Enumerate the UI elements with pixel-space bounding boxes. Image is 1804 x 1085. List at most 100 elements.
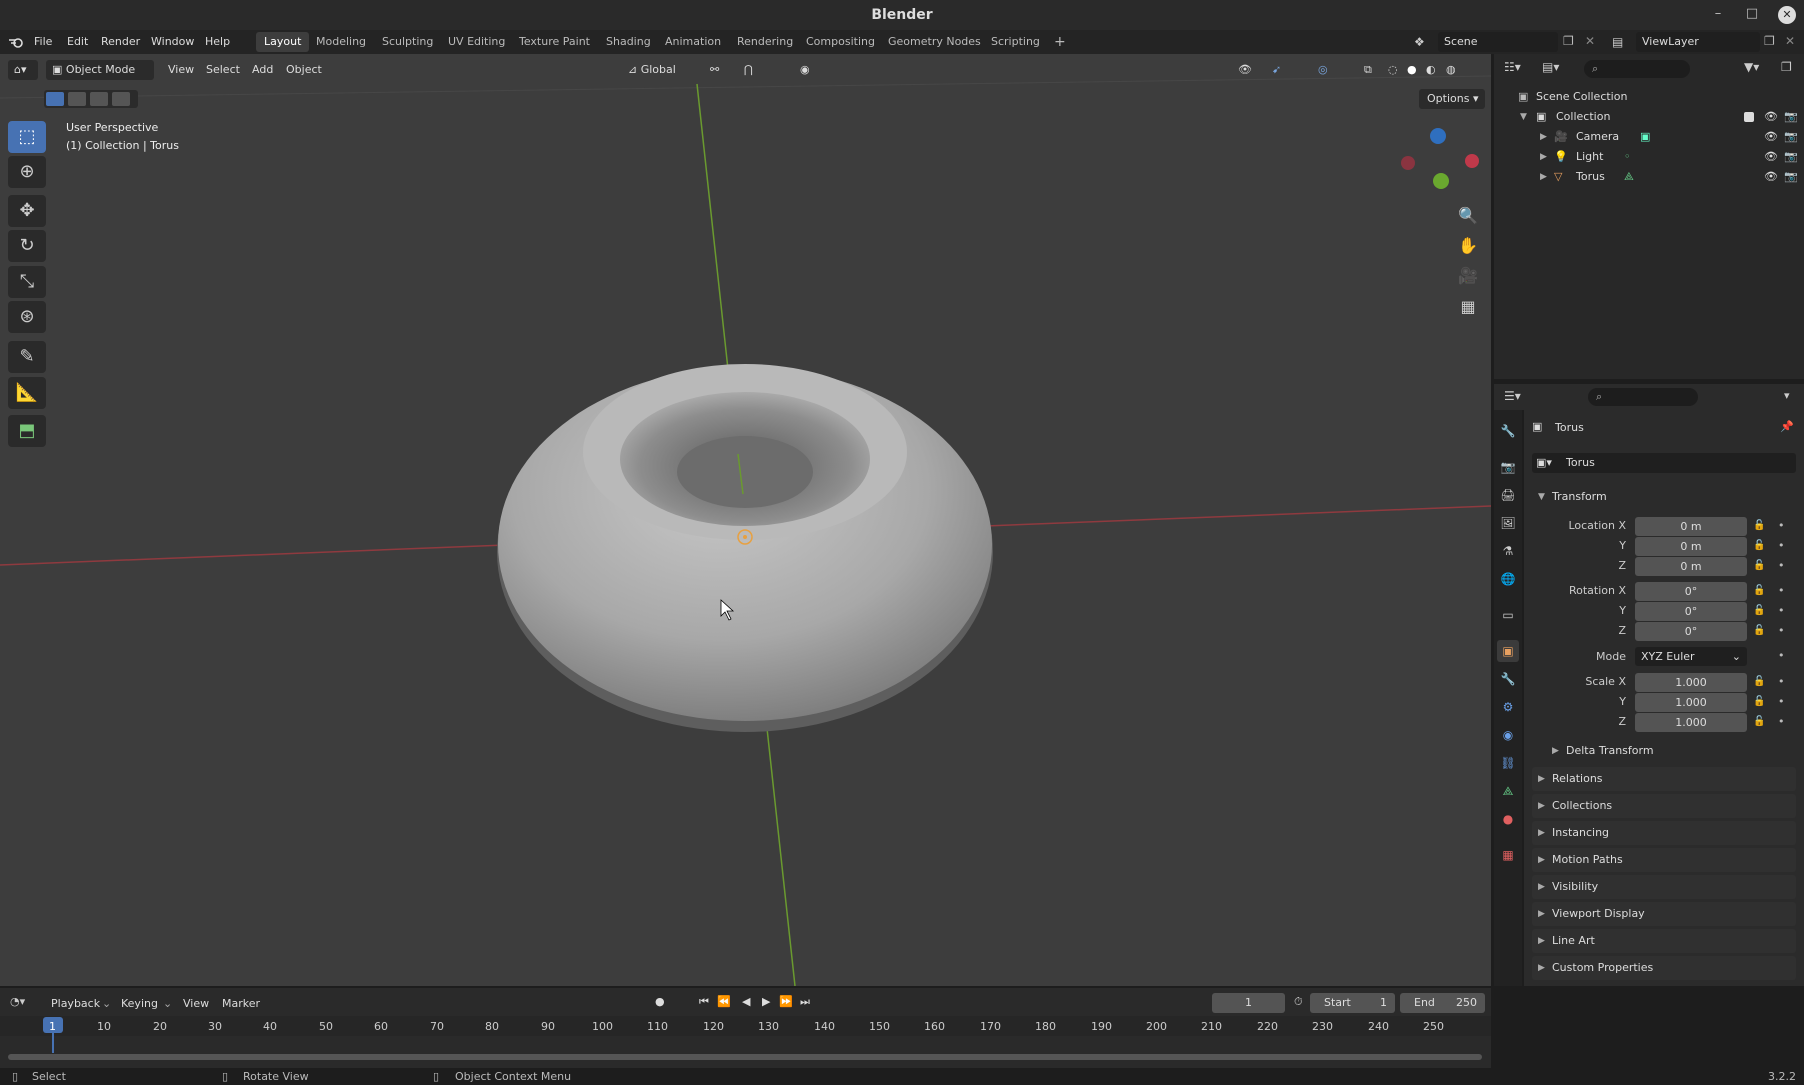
rotation-z-field[interactable]: 0°: [1635, 622, 1747, 641]
render-tab-icon[interactable]: 📷: [1497, 456, 1519, 478]
tab-modeling[interactable]: Modeling: [308, 32, 374, 52]
collection-eye-icon[interactable]: 👁: [1764, 107, 1778, 127]
light-render-icon[interactable]: 📷: [1784, 147, 1798, 167]
collection-row[interactable]: ▼ ▣ Collection 👁 📷: [1494, 107, 1804, 127]
properties-search-input[interactable]: ⌕: [1588, 388, 1698, 406]
gizmo-toggle-icon[interactable]: ➹: [1272, 60, 1281, 80]
minimize-icon[interactable]: –: [1710, 6, 1726, 22]
tab-sculpting[interactable]: Sculpting: [374, 32, 441, 52]
expand-collection-icon[interactable]: ▼: [1520, 107, 1527, 127]
torus-eye-icon[interactable]: 👁: [1764, 167, 1778, 187]
prev-keyframe-icon[interactable]: ⏪: [717, 995, 731, 1008]
add-workspace-icon[interactable]: +: [1046, 32, 1074, 52]
outliner-item-camera[interactable]: ▶ 🎥 Camera ▣ 👁 📷: [1494, 127, 1804, 147]
play-icon[interactable]: ▶: [762, 995, 770, 1008]
object-name-field[interactable]: ▣▾ Torus: [1532, 453, 1796, 473]
play-reverse-icon[interactable]: ◀: [742, 995, 750, 1008]
rotation-y-field[interactable]: 0°: [1635, 602, 1747, 621]
rotation-x-field[interactable]: 0°: [1635, 582, 1747, 601]
tab-scripting[interactable]: Scripting: [983, 32, 1048, 52]
pin-icon[interactable]: 📌: [1780, 420, 1794, 433]
select-box-tool[interactable]: ⬚: [8, 121, 46, 153]
close-icon[interactable]: ✕: [1778, 6, 1796, 24]
zoom-icon[interactable]: 🔍: [1454, 203, 1482, 229]
outliner-search-input[interactable]: ⌕: [1584, 60, 1690, 78]
add-cube-tool[interactable]: ⬒: [8, 415, 46, 447]
measure-tool[interactable]: 📐: [8, 377, 46, 409]
expand-torus-icon[interactable]: ▶: [1540, 167, 1547, 187]
relations-panel[interactable]: ▶ Relations: [1532, 767, 1796, 791]
keyframe-location-y-icon[interactable]: •: [1778, 539, 1785, 552]
annotate-tool[interactable]: ✎: [8, 341, 46, 373]
location-y-field[interactable]: 0 m: [1635, 537, 1747, 556]
menu-render[interactable]: Render: [101, 35, 140, 48]
outliner-editor-icon[interactable]: ☷▾: [1504, 60, 1521, 74]
options-button[interactable]: Options ▾: [1419, 89, 1485, 109]
properties-editor-icon[interactable]: ☰▾: [1504, 389, 1521, 403]
transform-panel-header[interactable]: ▼ Transform: [1532, 485, 1796, 509]
collection-tab-icon[interactable]: ▭: [1497, 604, 1519, 626]
menu-object[interactable]: Object: [286, 60, 322, 80]
camera-view-icon[interactable]: 🎥: [1454, 263, 1482, 289]
new-collection-icon[interactable]: ❐: [1781, 60, 1792, 74]
torus-render-icon[interactable]: 📷: [1784, 167, 1798, 187]
select-new-icon[interactable]: [46, 92, 64, 106]
transform-tool[interactable]: ⊛: [8, 301, 46, 333]
material-shading-icon[interactable]: ◐: [1426, 60, 1436, 80]
menu-view[interactable]: View: [168, 60, 194, 80]
tab-layout[interactable]: Layout: [256, 32, 310, 52]
pivot-icon[interactable]: ⚯: [710, 60, 719, 80]
transform-orientation-dropdown[interactable]: ⊿ Global: [622, 60, 696, 80]
cursor-tool[interactable]: ⊕: [8, 156, 46, 188]
instancing-panel[interactable]: ▶ Instancing: [1532, 821, 1796, 845]
ortho-grid-icon[interactable]: ▦: [1454, 294, 1482, 320]
blender-menu-icon[interactable]: [8, 36, 24, 48]
select-extend-icon[interactable]: [68, 92, 86, 106]
lock-rotation-z-icon[interactable]: 🔓: [1753, 625, 1765, 636]
select-subtract-icon[interactable]: [90, 92, 108, 106]
data-tab-icon[interactable]: ⟁: [1497, 780, 1519, 802]
motion-paths-panel[interactable]: ▶ Motion Paths: [1532, 848, 1796, 872]
menu-window[interactable]: Window: [151, 35, 194, 48]
lock-scale-x-icon[interactable]: 🔓: [1753, 676, 1765, 687]
overlay-toggle-icon[interactable]: ◎: [1318, 60, 1328, 80]
collection-camera-icon[interactable]: 📷: [1784, 107, 1798, 127]
lock-rotation-x-icon[interactable]: 🔓: [1753, 585, 1765, 596]
delete-viewlayer-icon[interactable]: ✕: [1785, 34, 1795, 48]
tab-rendering[interactable]: Rendering: [729, 32, 801, 52]
lock-rotation-y-icon[interactable]: 🔓: [1753, 605, 1765, 616]
collection-checkbox[interactable]: [1744, 112, 1754, 122]
keyframe-scale-x-icon[interactable]: •: [1778, 675, 1785, 688]
texture-tab-icon[interactable]: ▦: [1497, 844, 1519, 866]
pan-hand-icon[interactable]: ✋: [1454, 233, 1482, 259]
proportional-edit-icon[interactable]: ◉: [800, 60, 810, 80]
gizmo-x-icon[interactable]: [1465, 154, 1479, 168]
menu-help[interactable]: Help: [205, 35, 230, 48]
object-tab-icon[interactable]: ▣: [1497, 640, 1519, 662]
timeline-scrollbar[interactable]: [8, 1054, 1482, 1060]
next-keyframe-icon[interactable]: ⏩: [779, 995, 793, 1008]
maximize-icon[interactable]: □: [1744, 6, 1760, 22]
tab-texture-paint[interactable]: Texture Paint: [511, 32, 598, 52]
constraints-tab-icon[interactable]: ⛓: [1497, 752, 1519, 774]
delta-transform-subpanel[interactable]: ▶ Delta Transform: [1548, 740, 1788, 762]
display-mode-icon[interactable]: ▤▾: [1542, 60, 1559, 74]
keyframe-location-z-icon[interactable]: •: [1778, 559, 1785, 572]
collections-panel[interactable]: ▶ Collections: [1532, 794, 1796, 818]
filter-icon[interactable]: ▼▾: [1744, 60, 1759, 74]
camera-render-icon[interactable]: 📷: [1784, 127, 1798, 147]
object-datablock-icon[interactable]: ▣▾: [1536, 453, 1552, 473]
menu-keying[interactable]: Keying: [121, 997, 158, 1010]
scale-y-field[interactable]: 1.000: [1635, 693, 1747, 712]
scene-name-field[interactable]: Scene: [1438, 32, 1558, 52]
gizmo-neg-x-icon[interactable]: [1401, 156, 1415, 170]
properties-options-icon[interactable]: ▾: [1784, 389, 1790, 402]
scene-collection-row[interactable]: ▣ Scene Collection: [1494, 87, 1804, 107]
modifier-tab-icon[interactable]: 🔧: [1497, 668, 1519, 690]
visibility-filter-icon[interactable]: 👁: [1238, 60, 1252, 80]
scale-tool[interactable]: ⤡: [8, 266, 46, 298]
tab-geometry-nodes[interactable]: Geometry Nodes: [880, 32, 989, 52]
expand-light-icon[interactable]: ▶: [1540, 147, 1547, 167]
particles-tab-icon[interactable]: ⚙: [1497, 696, 1519, 718]
keyframe-location-x-icon[interactable]: •: [1778, 519, 1785, 532]
